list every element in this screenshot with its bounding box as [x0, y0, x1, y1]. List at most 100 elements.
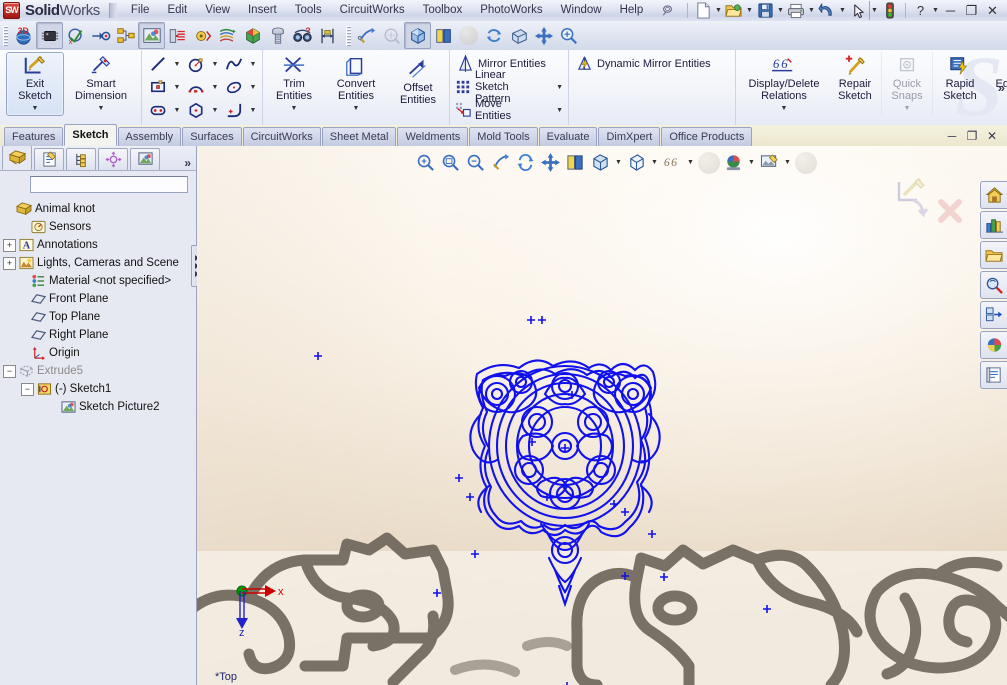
offset-entities-button[interactable]: Offset Entities — [390, 52, 446, 106]
polygon-caret-icon[interactable]: ▼ — [209, 99, 221, 122]
tree-item-lights-cameras-scene[interactable]: + Lights, Cameras and Scene — [3, 254, 196, 272]
custom-properties-icon[interactable] — [980, 361, 1007, 389]
doc-minimize-button[interactable]: ─ — [942, 127, 962, 145]
select-caret-icon[interactable]: ▼ — [869, 1, 879, 20]
graphics-area[interactable]: ▼ ▼ 66 ▼ ▼ ▼ x z *Top — [197, 146, 1007, 685]
display-delete-relations-caret-icon[interactable]: ▼ — [781, 103, 788, 115]
configuration-manager-tab[interactable] — [66, 148, 96, 170]
pushpin-icon[interactable] — [656, 1, 678, 20]
quick-snaps-button[interactable]: Quick Snaps ▼ — [881, 52, 933, 115]
ellipse-icon[interactable] — [221, 76, 247, 99]
tab-circuitworks[interactable]: CircuitWorks — [242, 127, 321, 146]
menu-item-photoworks[interactable]: PhotoWorks — [471, 2, 551, 19]
isometric-view-icon[interactable] — [404, 22, 431, 49]
perspective-icon[interactable] — [506, 23, 531, 48]
tree-item-front-plane[interactable]: Front Plane — [3, 290, 196, 308]
zoom-to-fit-icon[interactable] — [413, 151, 438, 175]
display-style-icon[interactable] — [431, 23, 456, 48]
view-orientation-icon[interactable] — [379, 23, 404, 48]
hide-show-items-icon[interactable] — [624, 151, 649, 175]
tab-sheet-metal[interactable]: Sheet Metal — [321, 127, 397, 146]
save-icon[interactable] — [754, 1, 776, 20]
new-document-caret-icon[interactable]: ▼ — [714, 1, 723, 20]
tree-item-sketch-picture2[interactable]: Sketch Picture2 — [3, 398, 196, 416]
menu-item-insert[interactable]: Insert — [239, 2, 286, 19]
tree-expander[interactable]: + — [3, 256, 16, 270]
sketch-fillet-caret-icon[interactable]: ▼ — [247, 99, 259, 122]
tree-expander[interactable]: − — [21, 382, 34, 396]
tree-item-extrude5[interactable]: − Extrude5 — [3, 362, 196, 380]
toolbar-grip[interactable] — [3, 25, 8, 46]
pan-icon[interactable] — [538, 151, 563, 175]
simulation-icon[interactable] — [165, 23, 190, 48]
tree-item-right-plane[interactable]: Right Plane — [3, 326, 196, 344]
menu-item-toolbox[interactable]: Toolbox — [414, 2, 472, 19]
photoworks-icon[interactable] — [138, 22, 165, 49]
view-palette-icon[interactable] — [980, 301, 1007, 329]
toolbox-fastener-icon[interactable] — [265, 23, 290, 48]
pan-icon[interactable] — [531, 23, 556, 48]
quick-snaps-caret-icon[interactable]: ▼ — [904, 103, 911, 115]
tab-assembly[interactable]: Assembly — [117, 127, 182, 146]
flow-simulation-icon[interactable] — [215, 23, 240, 48]
design-checker-icon[interactable] — [113, 23, 138, 48]
tab-office-products[interactable]: Office Products — [661, 127, 753, 146]
appearances-scenes-icon[interactable] — [980, 331, 1007, 359]
zoom-icon[interactable] — [556, 23, 581, 48]
exit-sketch-caret-icon[interactable]: ▼ — [32, 103, 39, 115]
move-entities-caret-icon[interactable]: ▼ — [556, 107, 563, 114]
zoom-to-area-icon[interactable] — [438, 151, 463, 175]
check-sketch-icon[interactable]: x — [63, 23, 88, 48]
ellipse-caret-icon[interactable]: ▼ — [247, 76, 259, 99]
shadows-icon[interactable] — [456, 23, 481, 48]
open-document-icon[interactable] — [723, 1, 745, 20]
instant3d-icon[interactable] — [88, 23, 113, 48]
tree-item-material[interactable]: Material <not specified> — [3, 272, 196, 290]
tree-expander[interactable]: − — [3, 364, 16, 378]
property-manager-tab[interactable] — [34, 148, 64, 170]
arc-icon[interactable] — [183, 76, 209, 99]
file-explorer-icon[interactable] — [980, 241, 1007, 269]
linear-sketch-pattern-caret-icon[interactable]: ▼ — [556, 84, 563, 91]
rectangle-caret-icon[interactable]: ▼ — [171, 76, 183, 99]
rectangle-icon[interactable] — [145, 76, 171, 99]
slot-icon[interactable] — [145, 99, 171, 122]
spline-caret-icon[interactable]: ▼ — [247, 53, 259, 76]
view-settings-caret-icon[interactable]: ▼ — [782, 151, 793, 175]
search-icon[interactable] — [980, 271, 1007, 299]
find-references-icon[interactable]: ? — [290, 23, 315, 48]
view-settings-icon[interactable] — [757, 151, 782, 175]
sketch-fillet-icon[interactable] — [221, 99, 247, 122]
display-delete-relations-button[interactable]: 66 Display/Delete Relations ▼ — [739, 52, 829, 115]
display-manager-tab[interactable] — [130, 148, 160, 170]
exit-sketch-button[interactable]: Exit Sketch ▼ — [6, 52, 64, 116]
feature-tree-filter-input[interactable] — [30, 176, 188, 193]
view-orientation-icon[interactable] — [563, 151, 588, 175]
polygon-icon[interactable] — [183, 99, 209, 122]
hide-show-items-caret-icon[interactable]: ▼ — [649, 151, 660, 175]
feature-manager-overflow-icon[interactable]: » — [184, 156, 191, 170]
slot-caret-icon[interactable]: ▼ — [171, 99, 183, 122]
rotate-view-icon[interactable] — [513, 151, 538, 175]
menu-item-file[interactable]: File — [122, 2, 159, 19]
smart-dimension-caret-icon[interactable]: ▼ — [98, 103, 105, 115]
help-caret-icon[interactable]: ▼ — [931, 1, 940, 20]
3d-content-central-icon[interactable]: 3D — [11, 23, 36, 48]
apply-scene-caret-icon[interactable]: ▼ — [746, 151, 757, 175]
section-view-icon[interactable] — [488, 151, 513, 175]
display-style-icon[interactable] — [588, 151, 613, 175]
rapid-sketch-button[interactable]: Rapid Sketch — [933, 52, 987, 102]
zoom-in-out-icon[interactable] — [463, 151, 488, 175]
render-cube-icon[interactable] — [240, 23, 265, 48]
shadows-ball-icon[interactable] — [696, 151, 721, 175]
print-caret-icon[interactable]: ▼ — [807, 1, 816, 20]
section-view-icon[interactable] — [354, 23, 379, 48]
tab-sketch[interactable]: Sketch — [64, 124, 117, 146]
rotate-view-icon[interactable] — [481, 23, 506, 48]
menu-item-tools[interactable]: Tools — [286, 2, 331, 19]
dynamic-mirror-entities-item[interactable]: Dynamic Mirror Entities — [572, 52, 713, 75]
move-entities-item[interactable]: Move Entities ▼ — [453, 98, 565, 122]
circle-icon[interactable] — [183, 53, 209, 76]
save-caret-icon[interactable]: ▼ — [776, 1, 785, 20]
apply-scene-icon[interactable] — [721, 151, 746, 175]
